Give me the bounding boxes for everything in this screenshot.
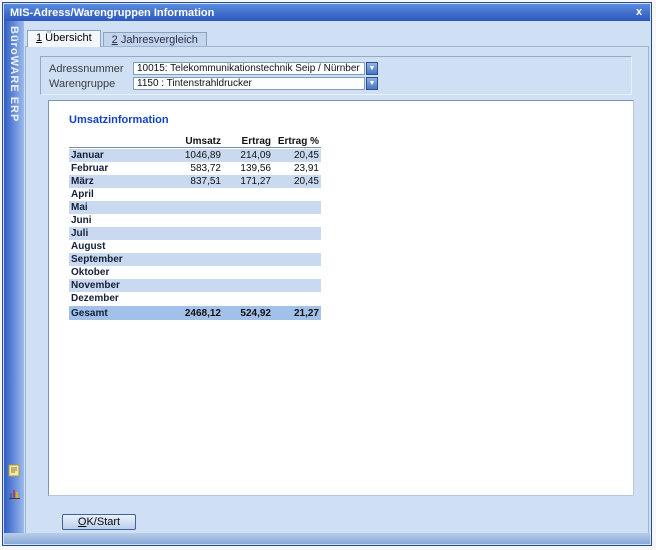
row-label: August	[69, 241, 161, 252]
row-umsatz: 1046,89	[161, 150, 221, 161]
row-label: Juli	[69, 228, 161, 239]
table-row: April	[69, 188, 321, 201]
total-ertrag-pct: 21,27	[271, 308, 319, 319]
desktop: MIS-Adress/Warengruppen Information x Bü…	[0, 0, 656, 550]
tab-page-uebersicht: Adressnummer 10015: Telekommunikationste…	[25, 46, 649, 535]
tab-strip: 1 Übersicht 2 Jahresvergleich	[27, 30, 207, 47]
window-title: MIS-Adress/Warengruppen Information	[4, 7, 631, 19]
warengruppe-dropdown-button[interactable]: ▼	[366, 77, 378, 90]
tab-uebersicht[interactable]: 1 Übersicht	[27, 30, 101, 47]
table-row: Januar 1046,89 214,09 20,45	[69, 149, 321, 162]
warengruppe-field[interactable]: 1150 : Tintenstrahldrucker	[133, 77, 365, 90]
window-bottom-band	[4, 533, 650, 544]
close-icon[interactable]: x	[631, 5, 647, 20]
row-ertrag-pct: 23,91	[271, 163, 319, 174]
title-bar[interactable]: MIS-Adress/Warengruppen Information x	[4, 4, 650, 21]
umsatz-table: Umsatz Ertrag Ertrag % Januar 1046,89 21…	[69, 134, 321, 320]
table-row: Juli	[69, 227, 321, 240]
table-header: Umsatz Ertrag Ertrag %	[69, 134, 321, 148]
row-ertrag: 171,27	[221, 176, 271, 187]
row-label: April	[69, 189, 161, 200]
report-panel: Umsatzinformation Umsatz Ertrag Ertrag %…	[48, 100, 634, 496]
app-window: MIS-Adress/Warengruppen Information x Bü…	[2, 2, 652, 546]
row-ertrag-pct: 20,45	[271, 150, 319, 161]
total-label: Gesamt	[69, 308, 161, 319]
chart-icon[interactable]	[8, 487, 21, 505]
header-ertrag: Ertrag	[221, 136, 271, 147]
table-row: Dezember	[69, 292, 321, 305]
row-label: Mai	[69, 202, 161, 213]
row-label: Dezember	[69, 293, 161, 304]
table-row: September	[69, 253, 321, 266]
warengruppe-label: Warengruppe	[49, 78, 133, 90]
row-ertrag-pct: 20,45	[271, 176, 319, 187]
row-umsatz: 583,72	[161, 163, 221, 174]
header-ertrag-pct: Ertrag %	[271, 136, 319, 147]
adressnummer-field[interactable]: 10015: Telekommunikationstechnik Seip / …	[133, 62, 365, 75]
row-ertrag: 139,56	[221, 163, 271, 174]
table-row: Februar 583,72 139,56 23,91	[69, 162, 321, 175]
table-row: November	[69, 279, 321, 292]
table-row: Juni	[69, 214, 321, 227]
adressnummer-label: Adressnummer	[49, 63, 133, 75]
table-row: August	[69, 240, 321, 253]
table-row: Oktober	[69, 266, 321, 279]
row-label: März	[69, 176, 161, 187]
ok-start-label: OK/Start	[78, 516, 120, 528]
table-row: Mai	[69, 201, 321, 214]
tab-uebersicht-label: 1 Übersicht	[36, 32, 92, 44]
total-ertrag: 524,92	[221, 308, 271, 319]
report-title: Umsatzinformation	[69, 114, 633, 126]
row-label: November	[69, 280, 161, 291]
sidebar-icons	[4, 464, 24, 505]
tab-jahresvergleich[interactable]: 2 Jahresvergleich	[103, 32, 207, 47]
warengruppe-row: Warengruppe 1150 : Tintenstrahldrucker ▼	[49, 76, 631, 91]
total-umsatz: 2468,12	[161, 308, 221, 319]
row-umsatz: 837,51	[161, 176, 221, 187]
row-label: Juni	[69, 215, 161, 226]
row-label: September	[69, 254, 161, 265]
brand-text: BüroWARE ERP	[8, 26, 20, 122]
table-row: März 837,51 171,27 20,45	[69, 175, 321, 188]
adressnummer-dropdown-button[interactable]: ▼	[366, 62, 378, 75]
adressnummer-row: Adressnummer 10015: Telekommunikationste…	[49, 61, 631, 76]
tab-jahresvergleich-label: 2 Jahresvergleich	[112, 34, 198, 46]
note-icon[interactable]	[8, 464, 21, 482]
header-umsatz: Umsatz	[161, 136, 221, 147]
row-label: Februar	[69, 163, 161, 174]
row-label: Januar	[69, 150, 161, 161]
brand-sidebar: BüroWARE ERP	[4, 21, 24, 535]
row-label: Oktober	[69, 267, 161, 278]
table-total-row: Gesamt 2468,12 524,92 21,27	[69, 306, 321, 320]
selector-groupbox: Adressnummer 10015: Telekommunikationste…	[40, 56, 632, 95]
row-ertrag: 214,09	[221, 150, 271, 161]
report-inner: Umsatzinformation Umsatz Ertrag Ertrag %…	[49, 101, 633, 320]
ok-start-button[interactable]: OK/Start	[62, 514, 136, 530]
